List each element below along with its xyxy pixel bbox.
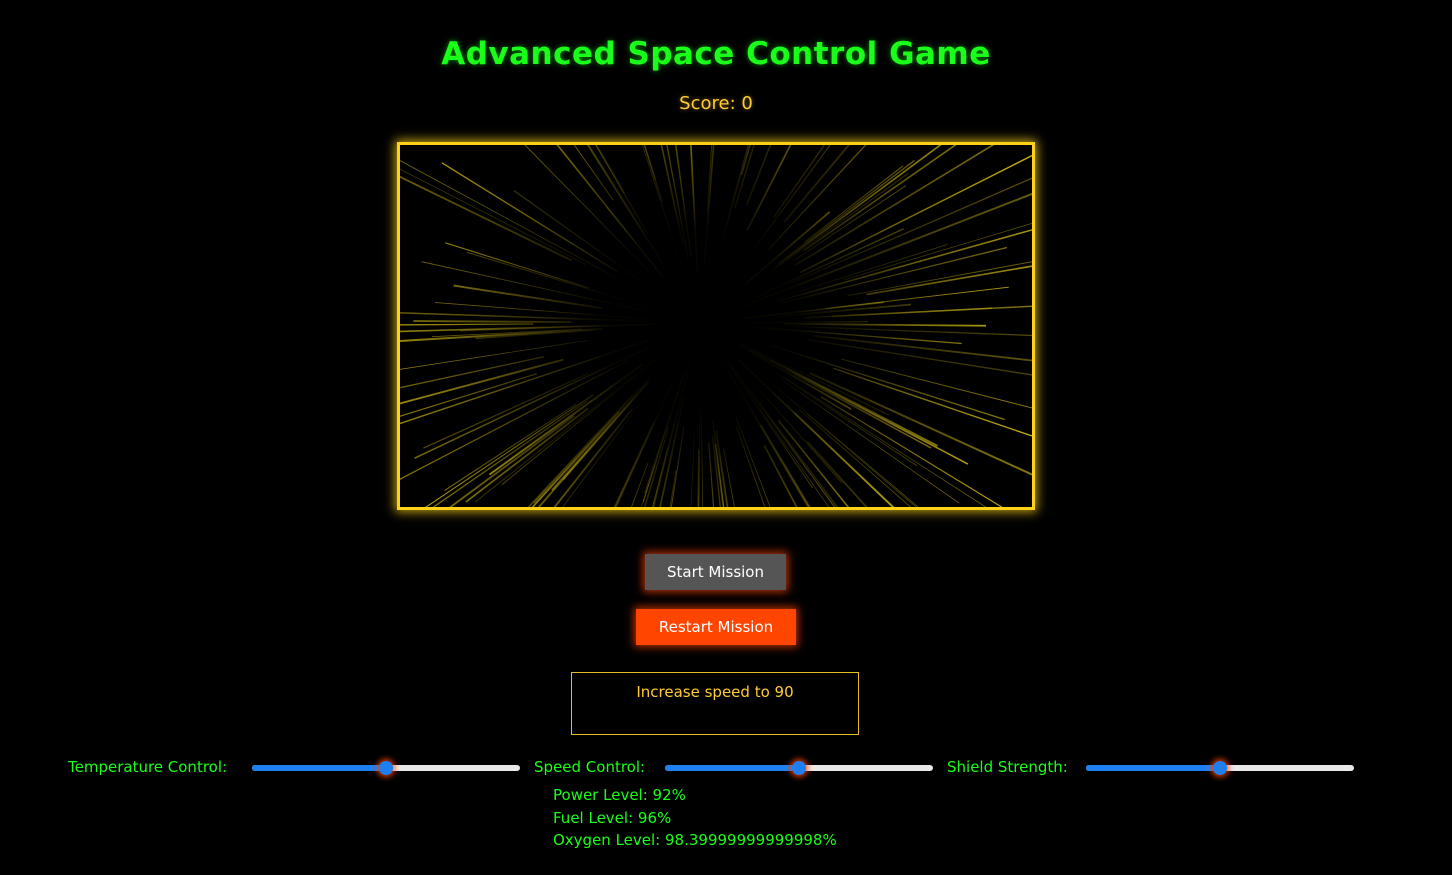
temperature-slider[interactable] <box>252 761 520 775</box>
temperature-control-label: Temperature Control: <box>68 758 228 776</box>
star-streak <box>814 335 1032 362</box>
star-streak <box>803 145 957 252</box>
shield-strength-label: Shield Strength: <box>947 758 1068 776</box>
star-streak <box>448 415 575 507</box>
star-streak <box>641 145 690 289</box>
star-streak <box>799 154 1032 274</box>
star-streak <box>737 358 895 507</box>
game-page: Advanced Space Control Game Score: 0 Sta… <box>0 0 1452 875</box>
star-streak <box>744 211 831 286</box>
star-streak <box>660 145 684 244</box>
star-streak <box>400 323 534 326</box>
star-streak <box>400 338 654 425</box>
slider-fill <box>1086 765 1220 771</box>
star-streak <box>703 145 715 265</box>
star-streak <box>669 469 677 507</box>
star-streak <box>652 446 669 507</box>
star-streak <box>803 305 1032 319</box>
star-streak <box>848 261 1032 297</box>
star-streak <box>735 426 766 507</box>
star-streak <box>400 175 573 262</box>
hyperspace-starfield <box>400 145 1032 507</box>
speed-control-label: Speed Control: <box>534 758 646 776</box>
star-streak <box>631 462 649 507</box>
star-streak <box>833 367 1032 437</box>
star-streak <box>421 261 655 314</box>
slider-fill <box>665 765 799 771</box>
slider-thumb[interactable] <box>379 761 393 775</box>
star-streak <box>434 302 656 320</box>
star-streak <box>400 168 587 266</box>
star-streak <box>666 145 689 258</box>
star-streak <box>776 372 918 467</box>
mission-objective: Increase speed to 90 <box>571 672 859 735</box>
star-streak <box>748 350 852 410</box>
star-streak <box>690 430 696 507</box>
star-streak <box>413 320 572 324</box>
page-title: Advanced Space Control Game <box>441 36 991 72</box>
star-streak <box>400 323 656 333</box>
slider-fill <box>252 765 386 771</box>
star-streak <box>697 449 700 507</box>
star-streak <box>781 246 1008 304</box>
star-streak <box>790 325 1032 337</box>
star-streak <box>784 322 987 327</box>
star-streak <box>721 145 750 241</box>
oxygen-level: Oxygen Level: 98.39999999999998% <box>553 831 837 849</box>
restart-mission-button[interactable]: Restart Mission <box>636 609 796 645</box>
star-streak <box>806 413 917 507</box>
star-streak <box>730 367 814 489</box>
star-streak <box>524 145 651 273</box>
star-streak <box>734 145 755 209</box>
score-display: Score: 0 <box>679 93 753 114</box>
fuel-level: Fuel Level: 96% <box>553 809 672 827</box>
star-streak <box>414 345 652 459</box>
star-streak <box>739 343 932 449</box>
start-mission-button[interactable]: Start Mission <box>645 554 786 590</box>
star-streak <box>701 414 704 507</box>
star-streak <box>746 145 772 205</box>
power-level: Power Level: 92% <box>553 786 686 804</box>
star-streak <box>441 162 619 273</box>
slider-thumb[interactable] <box>792 761 806 775</box>
game-canvas[interactable] <box>397 142 1035 510</box>
star-streak <box>769 359 969 465</box>
star-streak <box>734 414 771 507</box>
star-streak <box>400 358 564 405</box>
shield-slider[interactable] <box>1086 761 1354 775</box>
star-streak <box>400 160 626 284</box>
star-streak <box>556 145 663 277</box>
star-streak <box>727 361 836 507</box>
slider-thumb[interactable] <box>1213 761 1227 775</box>
star-streak <box>803 165 904 243</box>
mission-objective-text: Increase speed to 90 <box>636 683 794 701</box>
star-streak <box>741 321 869 324</box>
star-streak <box>423 373 589 449</box>
star-streak <box>641 464 656 507</box>
speed-slider[interactable] <box>665 761 933 775</box>
star-streak <box>445 242 589 289</box>
star-streak <box>400 359 629 480</box>
star-streak <box>400 312 650 323</box>
star-streak <box>740 301 885 320</box>
